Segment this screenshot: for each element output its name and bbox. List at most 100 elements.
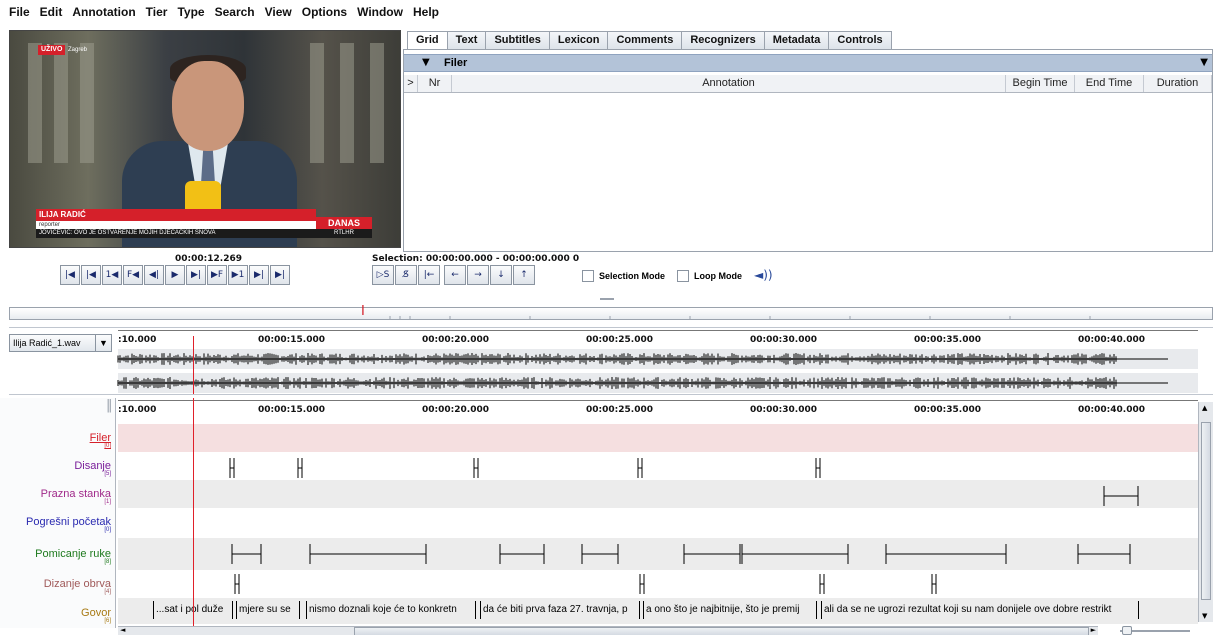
tier-cursor — [193, 398, 194, 626]
selection-range: Selection: 00:00:00.000 - 00:00:00.000 0 — [372, 254, 580, 264]
tab-lexicon[interactable]: Lexicon — [548, 31, 609, 49]
scroll-right-icon[interactable]: ► — [1091, 626, 1096, 634]
window-shape — [310, 43, 324, 163]
govor-annotation[interactable]: da će biti prva faza 27. travnja, p — [480, 601, 640, 619]
play-button[interactable]: ▶ — [165, 265, 185, 285]
col-expand[interactable]: > — [404, 75, 418, 92]
panel-tabs: Grid Text Subtitles Lexicon Comments Rec… — [407, 31, 892, 49]
collapse-icon[interactable]: ▼ — [422, 57, 430, 68]
annotation-marks — [229, 458, 1139, 594]
tab-comments[interactable]: Comments — [607, 31, 683, 49]
play-selection-button[interactable]: ▷S — [372, 265, 394, 285]
scroll-left-icon[interactable]: ◄ — [120, 626, 125, 634]
volume-icon[interactable]: ◄)) — [754, 268, 773, 282]
zoom-slider[interactable] — [1100, 626, 1200, 635]
timeline-overview[interactable]: I — [9, 305, 1213, 320]
tab-subtitles[interactable]: Subtitles — [485, 31, 550, 49]
go-to-begin-button[interactable]: |◀ — [60, 265, 80, 285]
down-arrow-button[interactable]: ↓ — [490, 265, 512, 285]
tier-label-pomicanje-ruke[interactable]: Pomicanje ruke [8] — [35, 548, 111, 565]
live-location: Zagreb — [68, 47, 88, 53]
tier-label-govor[interactable]: Govor [6] — [81, 607, 111, 624]
next-scroll-button[interactable]: ▶| — [249, 265, 269, 285]
window-shape — [80, 43, 94, 163]
tier-label-pogresni-pocetak[interactable]: Pogrešni početak [0] — [26, 516, 111, 533]
video-player[interactable]: UŽIVO Zagreb ILIJA RADIĆ reporter JOVIČE… — [9, 30, 401, 248]
selection-mode-checkbox[interactable]: Selection Mode — [582, 270, 665, 282]
menu-file[interactable]: File — [4, 5, 35, 19]
menu-annotation[interactable]: Annotation — [67, 5, 140, 19]
playback-controls: |◀ |◀ 1◀ F◀ ◀| ▶ ▶| ▶F ▶1 ▶| ▶| — [60, 265, 291, 287]
menu-edit[interactable]: Edit — [35, 5, 68, 19]
vertical-scrollbar[interactable]: ▲ ▼ — [1198, 402, 1213, 622]
menu-type[interactable]: Type — [172, 5, 209, 19]
overview-cursor-icon[interactable]: I — [361, 305, 365, 318]
go-to-end-button[interactable]: ▶| — [270, 265, 290, 285]
menu-tier[interactable]: Tier — [141, 5, 173, 19]
panel-divider[interactable] — [600, 298, 614, 300]
previous-second-button[interactable]: 1◀ — [102, 265, 122, 285]
chevron-down-icon[interactable]: ▼ — [1200, 57, 1208, 68]
scroll-up-icon[interactable]: ▲ — [1202, 404, 1207, 412]
next-second-button[interactable]: ▶1 — [228, 265, 248, 285]
tab-controls[interactable]: Controls — [828, 31, 892, 49]
col-annotation[interactable]: Annotation — [452, 75, 1006, 92]
scroll-thumb[interactable] — [1201, 422, 1211, 600]
up-arrow-button[interactable]: ↑ — [513, 265, 535, 285]
previous-pixel-button[interactable]: ◀| — [144, 265, 164, 285]
menu-window[interactable]: Window — [352, 5, 408, 19]
wave-file-select[interactable]: Ilija Radić_1.wav ▼ — [9, 334, 112, 352]
clear-selection-button[interactable]: S̸ — [395, 265, 417, 285]
loop-mode-checkbox[interactable]: Loop Mode — [677, 270, 742, 282]
tier-label-disanje[interactable]: Disanje [5] — [74, 460, 111, 477]
tier-select[interactable]: ▼ Filer ▼ — [404, 54, 1212, 72]
right-arrow-button[interactable]: → — [467, 265, 489, 285]
left-arrow-button[interactable]: ← — [444, 265, 466, 285]
next-frame-button[interactable]: ▶F — [207, 265, 227, 285]
previous-scroll-button[interactable]: |◀ — [81, 265, 101, 285]
tab-grid[interactable]: Grid — [407, 31, 448, 49]
tab-recognizers[interactable]: Recognizers — [681, 31, 765, 49]
govor-annotation[interactable]: a ono što je najbitnije, što je premij — [643, 601, 817, 619]
tier-label-prazna-stanka[interactable]: Prazna stanka [1] — [41, 488, 111, 505]
checkbox-box[interactable] — [582, 270, 594, 282]
scroll-down-icon[interactable]: ▼ — [1202, 612, 1207, 620]
govor-annotation[interactable]: nismo doznali koje će to konkretn — [306, 601, 476, 619]
resize-handle-icon[interactable]: ‖ — [106, 398, 113, 413]
overview-ticks — [389, 316, 1091, 320]
col-duration[interactable]: Duration — [1144, 75, 1212, 92]
menu-options[interactable]: Options — [297, 5, 352, 19]
selection-mode-label: Selection Mode — [599, 271, 666, 281]
current-time: 00:00:12.269 — [175, 254, 242, 264]
previous-frame-button[interactable]: F◀ — [123, 265, 143, 285]
scroll-thumb[interactable] — [354, 627, 1089, 635]
govor-annotation[interactable]: mjere su se — [236, 601, 300, 619]
tier-label-filer[interactable]: Filer [0] — [90, 432, 111, 449]
checkbox-box[interactable] — [677, 270, 689, 282]
tab-text[interactable]: Text — [446, 31, 487, 49]
arrow-controls: ← → ↓ ↑ — [444, 265, 536, 287]
tier-label-dizanje-obrva[interactable]: Dizanje obrva [4] — [44, 578, 111, 595]
selection-begin-button[interactable]: |← — [418, 265, 440, 285]
menu-bar: File Edit Annotation Tier Type Search Vi… — [0, 0, 1213, 24]
tier-label-text: Pomicanje ruke — [35, 548, 111, 560]
chevron-down-icon[interactable]: ▼ — [95, 335, 111, 351]
col-nr[interactable]: Nr — [418, 75, 452, 92]
tab-metadata[interactable]: Metadata — [763, 31, 830, 49]
window-shape — [370, 43, 384, 163]
grid-panel: ▼ Filer ▼ > Nr Annotation Begin Time End… — [403, 49, 1213, 252]
col-begin-time[interactable]: Begin Time — [1006, 75, 1075, 92]
ruler-tick: 00:00:15.000 — [258, 335, 325, 345]
slider-thumb[interactable] — [1122, 626, 1132, 635]
menu-help[interactable]: Help — [408, 5, 444, 19]
govor-annotation[interactable]: ali da se ne ugrozi rezultat koji su nam… — [821, 601, 1139, 619]
ruler-tick: 00:00:25.000 — [586, 335, 653, 345]
horizontal-scrollbar[interactable]: ◄ ► — [118, 626, 1098, 635]
col-end-time[interactable]: End Time — [1075, 75, 1144, 92]
menu-view[interactable]: View — [260, 5, 297, 19]
grid-header: > Nr Annotation Begin Time End Time Dura… — [404, 75, 1212, 93]
menu-search[interactable]: Search — [210, 5, 260, 19]
window-shape — [54, 43, 68, 163]
next-pixel-button[interactable]: ▶| — [186, 265, 206, 285]
ruler-tick: 00:00:40.000 — [1078, 335, 1145, 345]
